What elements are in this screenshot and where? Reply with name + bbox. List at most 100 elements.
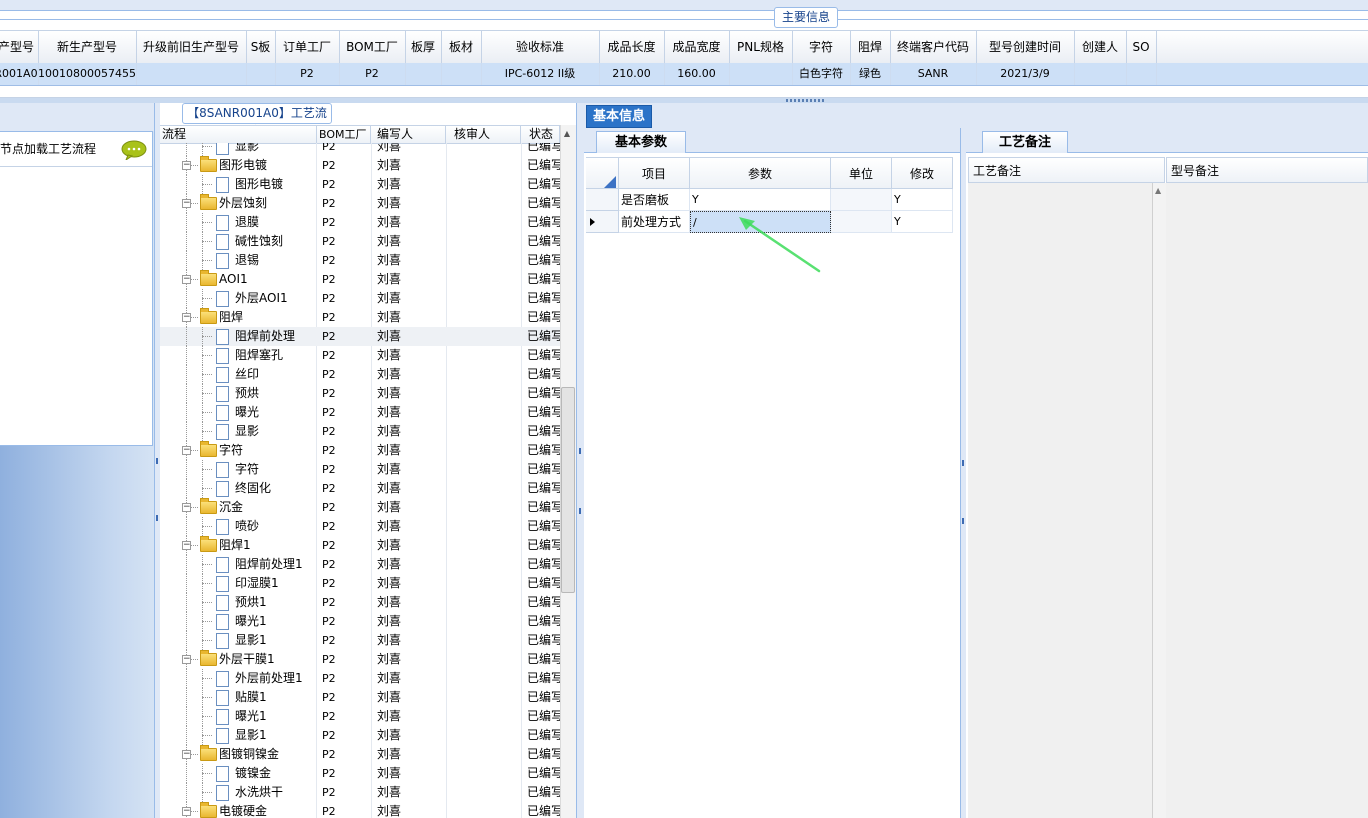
main-col-header[interactable]: 阻焊 xyxy=(850,31,891,63)
tree-row[interactable]: − AOI1 P2 刘喜 已编写 xyxy=(160,270,560,289)
row-header[interactable] xyxy=(586,211,619,233)
collapse-toggle-icon[interactable]: − xyxy=(182,750,191,759)
tree-row[interactable]: 曝光 P2 刘喜 已编写 xyxy=(160,403,560,422)
remark-scrollbar[interactable]: ▲ xyxy=(1152,183,1166,818)
main-col-header[interactable]: PNL规格 xyxy=(729,31,793,63)
scroll-up-icon[interactable]: ▲ xyxy=(561,128,573,140)
tree-row[interactable]: 退锡 P2 刘喜 已编写 xyxy=(160,251,560,270)
main-data-cell[interactable] xyxy=(405,63,442,85)
tree-row[interactable]: 阻焊前处理 P2 刘喜 已编写 xyxy=(160,327,560,346)
main-col-header[interactable]: 型号创建时间 xyxy=(976,31,1075,63)
tree-row[interactable]: − 阻焊1 P2 刘喜 已编写 xyxy=(160,536,560,555)
tree-row[interactable]: 预烘1 P2 刘喜 已编写 xyxy=(160,593,560,612)
tree-row[interactable]: − 阻焊 P2 刘喜 已编写 xyxy=(160,308,560,327)
process-remark-textarea[interactable] xyxy=(968,183,1153,818)
splitter-grip-icon[interactable] xyxy=(786,99,824,102)
tree-row[interactable]: 丝印 P2 刘喜 已编写 xyxy=(160,365,560,384)
main-data-cell[interactable]: P2 xyxy=(339,63,406,85)
main-col-header[interactable]: 板厚 xyxy=(405,31,442,63)
params-col-unit[interactable]: 单位 xyxy=(831,157,892,189)
chat-bubble-icon[interactable] xyxy=(121,140,147,160)
main-data-cell[interactable]: 2021/3/9 xyxy=(976,63,1075,85)
main-data-cell[interactable]: R001A0 xyxy=(0,63,39,85)
param-unit-cell[interactable] xyxy=(831,211,892,233)
tree-row[interactable]: 喷砂 P2 刘喜 已编写 xyxy=(160,517,560,536)
tree-row[interactable]: 贴膜1 P2 刘喜 已编写 xyxy=(160,688,560,707)
collapse-toggle-icon[interactable]: − xyxy=(182,313,191,322)
tab-process-remarks[interactable]: 工艺备注 xyxy=(982,131,1068,153)
tree-row[interactable]: 阻焊前处理1 P2 刘喜 已编写 xyxy=(160,555,560,574)
main-data-cell[interactable]: 白色字符 xyxy=(792,63,851,85)
main-data-cell[interactable]: 绿色 xyxy=(850,63,891,85)
main-info-data-row[interactable]: R001A010010800057455 P2P2 IPC-6012 II级210.… xyxy=(0,63,1368,86)
tree-row[interactable]: − 图形电镀 P2 刘喜 已编写 xyxy=(160,156,560,175)
param-unit-cell[interactable] xyxy=(831,189,892,211)
tree-row[interactable]: − 字符 P2 刘喜 已编写 xyxy=(160,441,560,460)
main-col-header[interactable]: 新生产型号 xyxy=(38,31,137,63)
tree-row[interactable]: 曝光1 P2 刘喜 已编写 xyxy=(160,612,560,631)
params-col-modify[interactable]: 修改 xyxy=(892,157,953,189)
tree-row[interactable]: 显影 P2 刘喜 已编写 xyxy=(160,143,560,156)
main-col-header[interactable]: 验收标准 xyxy=(481,31,600,63)
main-data-cell[interactable]: P2 xyxy=(275,63,340,85)
tree-row[interactable]: 字符 P2 刘喜 已编写 xyxy=(160,460,560,479)
tree-row[interactable]: 外层AOI1 P2 刘喜 已编写 xyxy=(160,289,560,308)
collapse-toggle-icon[interactable]: − xyxy=(182,199,191,208)
row-header[interactable] xyxy=(586,189,619,211)
params-corner[interactable] xyxy=(586,157,619,189)
collapse-toggle-icon[interactable]: − xyxy=(182,503,191,512)
main-col-header[interactable]: SO xyxy=(1126,31,1157,63)
params-col-param[interactable]: 参数 xyxy=(690,157,831,189)
tree-row[interactable]: 图形电镀 P2 刘喜 已编写 xyxy=(160,175,560,194)
tree-row[interactable]: − 沉金 P2 刘喜 已编写 xyxy=(160,498,560,517)
main-col-header[interactable]: S板 xyxy=(246,31,276,63)
tree-row[interactable]: − 图镀铜镍金 P2 刘喜 已编写 xyxy=(160,745,560,764)
tab-basic-info[interactable]: 基本信息 xyxy=(586,105,652,128)
tree-col-reviewer[interactable]: 核审人 xyxy=(446,126,521,143)
main-data-cell[interactable] xyxy=(1074,63,1127,85)
main-data-cell[interactable] xyxy=(1126,63,1157,85)
collapse-toggle-icon[interactable]: − xyxy=(182,161,191,170)
collapse-toggle-icon[interactable]: − xyxy=(182,655,191,664)
param-item-cell[interactable]: 是否磨板 xyxy=(619,189,690,211)
process-flow-title[interactable]: 【8SANR001A0】工艺流程 xyxy=(182,103,332,138)
main-data-cell[interactable]: SANR xyxy=(890,63,977,85)
param-modify-cell[interactable]: Y xyxy=(892,189,953,211)
tab-basic-params[interactable]: 基本参数 xyxy=(596,131,686,153)
collapse-toggle-icon[interactable]: − xyxy=(182,541,191,550)
main-data-cell[interactable]: 210.00 xyxy=(599,63,665,85)
tree-row[interactable]: 曝光1 P2 刘喜 已编写 xyxy=(160,707,560,726)
main-data-cell[interactable] xyxy=(729,63,793,85)
collapse-toggle-icon[interactable]: − xyxy=(182,446,191,455)
param-item-cell[interactable]: 前处理方式 xyxy=(619,211,690,233)
tree-row[interactable]: 显影1 P2 刘喜 已编写 xyxy=(160,726,560,745)
tree-row[interactable]: 退膜 P2 刘喜 已编写 xyxy=(160,213,560,232)
main-data-cell[interactable] xyxy=(136,63,247,85)
main-data-cell[interactable]: IPC-6012 II级 xyxy=(481,63,600,85)
tree-col-process[interactable]: 流程 xyxy=(160,126,317,143)
main-col-header[interactable]: BOM工厂 xyxy=(339,31,406,63)
main-col-header[interactable]: 创建人 xyxy=(1074,31,1127,63)
main-col-header[interactable]: 字符 xyxy=(792,31,851,63)
tree-row[interactable]: 水洗烘干 P2 刘喜 已编写 xyxy=(160,783,560,802)
main-data-cell[interactable]: 10010800057455 xyxy=(38,63,137,85)
tree-row[interactable]: 印湿膜1 P2 刘喜 已编写 xyxy=(160,574,560,593)
tree-row[interactable]: 镀镍金 P2 刘喜 已编写 xyxy=(160,764,560,783)
tree-row[interactable]: 预烘 P2 刘喜 已编写 xyxy=(160,384,560,403)
main-data-cell[interactable] xyxy=(441,63,482,85)
collapse-toggle-icon[interactable]: − xyxy=(182,275,191,284)
tree-row[interactable]: 阻焊塞孔 P2 刘喜 已编写 xyxy=(160,346,560,365)
main-col-header[interactable]: 板材 xyxy=(441,31,482,63)
tree-row[interactable]: 显影 P2 刘喜 已编写 xyxy=(160,422,560,441)
main-col-header[interactable]: 订单工厂 xyxy=(275,31,340,63)
params-col-item[interactable]: 项目 xyxy=(619,157,690,189)
tree-row[interactable]: − 外层蚀刻 P2 刘喜 已编写 xyxy=(160,194,560,213)
model-remark-textarea[interactable] xyxy=(1166,183,1368,818)
main-info-title[interactable]: 主要信息 xyxy=(774,7,838,28)
main-col-header[interactable]: 升级前旧生产型号 xyxy=(136,31,247,63)
main-col-header[interactable]: 产型号 xyxy=(0,31,39,63)
main-col-header[interactable]: 终端客户代码 xyxy=(890,31,977,63)
tree-col-status[interactable]: 状态 xyxy=(521,126,560,143)
tree-row[interactable]: 碱性蚀刻 P2 刘喜 已编写 xyxy=(160,232,560,251)
scroll-up-icon[interactable]: ▲ xyxy=(1155,186,1161,195)
